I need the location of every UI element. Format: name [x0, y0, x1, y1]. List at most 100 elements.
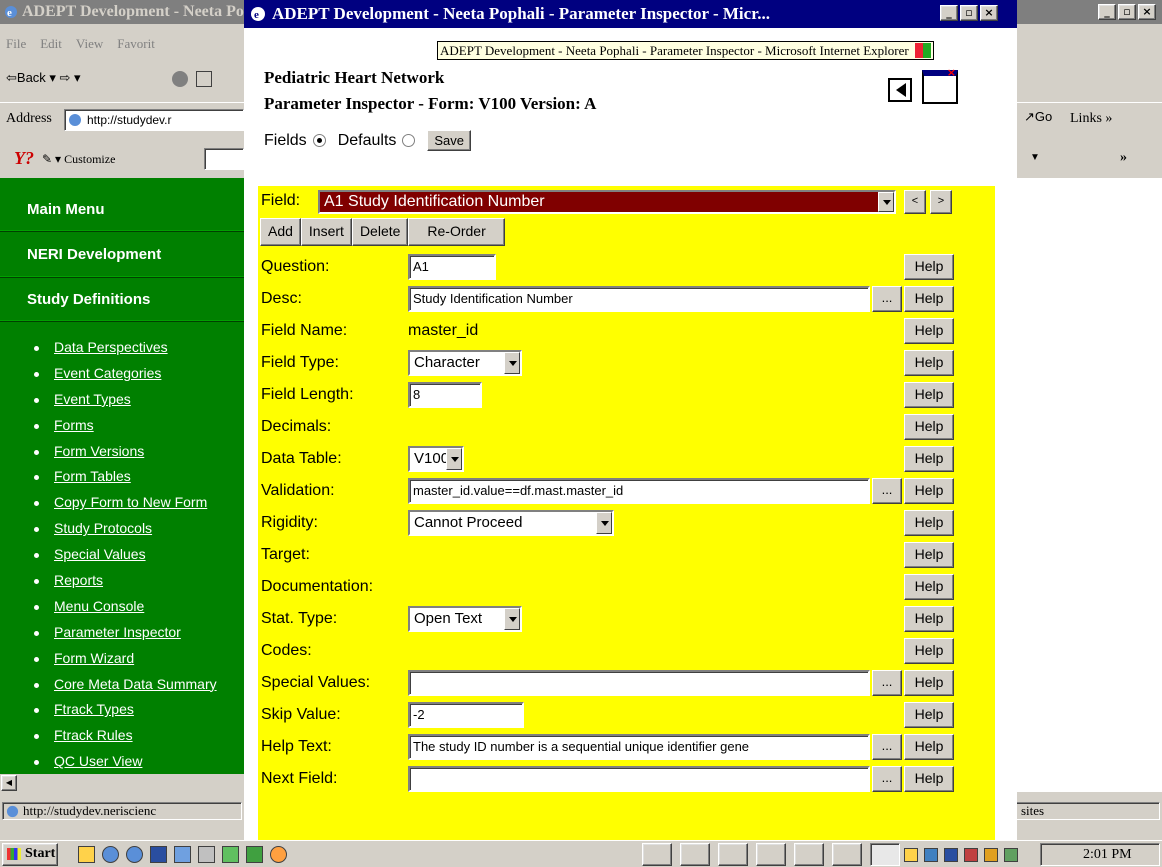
link-ftrack-rules[interactable]: Ftrack Rules: [0, 727, 244, 753]
field-type-help-button[interactable]: Help: [904, 350, 954, 376]
link-core-meta-data[interactable]: Core Meta Data Summary: [0, 676, 244, 702]
fields-radio[interactable]: [312, 134, 326, 147]
main-menu-link[interactable]: Main Menu: [27, 201, 105, 218]
back-arrow-icon[interactable]: [888, 78, 912, 102]
field-name-help-button[interactable]: Help: [904, 318, 954, 344]
tray-antivirus-icon[interactable]: [964, 848, 978, 862]
maximize-button[interactable]: ▫: [960, 5, 978, 21]
link-event-categories[interactable]: Event Categories: [0, 365, 244, 391]
prev-field-button[interactable]: <: [904, 190, 926, 214]
field-length-help-button[interactable]: Help: [904, 382, 954, 408]
reorder-button[interactable]: Re-Order: [408, 218, 505, 246]
stop-icon[interactable]: [172, 71, 188, 87]
toolbar-overflow-icon[interactable]: »: [1120, 150, 1127, 166]
chevron-down-icon[interactable]: [878, 192, 894, 212]
insert-button[interactable]: Insert: [300, 218, 352, 246]
task-button-app[interactable]: [718, 843, 748, 866]
link-form-tables[interactable]: Form Tables: [0, 468, 244, 494]
help-text-more-button[interactable]: ...: [872, 734, 902, 760]
quicklaunch-clock-icon[interactable]: [102, 846, 119, 863]
tray-app-icon[interactable]: [984, 848, 998, 862]
next-field-button[interactable]: >: [930, 190, 952, 214]
quicklaunch-people-icon[interactable]: [222, 846, 239, 863]
link-qc-user-view[interactable]: QC User View: [0, 753, 244, 774]
neri-development-link[interactable]: NERI Development: [27, 246, 161, 263]
minimize-button[interactable]: _: [940, 5, 958, 21]
quicklaunch-app-icon[interactable]: [174, 846, 191, 863]
tray-network-icon[interactable]: [924, 848, 938, 862]
rigidity-help-button[interactable]: Help: [904, 510, 954, 536]
stat-type-help-button[interactable]: Help: [904, 606, 954, 632]
menu-view[interactable]: View: [76, 36, 103, 58]
quicklaunch-tool-icon[interactable]: [246, 846, 263, 863]
codes-help-button[interactable]: Help: [904, 638, 954, 664]
address-input[interactable]: http://studydev.r: [64, 109, 244, 131]
next-field-input[interactable]: [408, 766, 870, 792]
back-forward-buttons[interactable]: ⇦Back ▾ ⇨ ▾: [6, 70, 81, 86]
maximize-button[interactable]: ▫: [1118, 4, 1136, 20]
link-event-types[interactable]: Event Types: [0, 391, 244, 417]
quicklaunch-timer-icon[interactable]: [270, 846, 287, 863]
skip-value-input[interactable]: -2: [408, 702, 524, 728]
validation-input[interactable]: master_id.value==df.mast.master_id: [408, 478, 870, 504]
chevron-down-icon[interactable]: [596, 512, 612, 534]
special-values-input[interactable]: [408, 670, 870, 696]
link-data-perspectives[interactable]: Data Perspectives: [0, 339, 244, 365]
chevron-down-icon[interactable]: [504, 608, 520, 630]
task-button-ie[interactable]: [794, 843, 824, 866]
documentation-help-button[interactable]: Help: [904, 574, 954, 600]
link-form-versions[interactable]: Form Versions: [0, 443, 244, 469]
delete-button[interactable]: Delete: [351, 218, 409, 246]
link-form-wizard[interactable]: Form Wizard: [0, 650, 244, 676]
add-button[interactable]: Add: [260, 218, 301, 246]
quicklaunch-outlook-icon[interactable]: [150, 846, 167, 863]
link-copy-form[interactable]: Copy Form to New Form: [0, 494, 244, 520]
next-field-help-button[interactable]: Help: [904, 766, 954, 792]
task-button-ie-active[interactable]: [870, 843, 900, 866]
left-horizontal-scrollbar[interactable]: ◀: [0, 774, 244, 792]
special-values-help-button[interactable]: Help: [904, 670, 954, 696]
link-parameter-inspector[interactable]: Parameter Inspector: [0, 624, 244, 650]
close-button[interactable]: ×: [1138, 4, 1156, 20]
desc-input[interactable]: Study Identification Number: [408, 286, 870, 312]
validation-help-button[interactable]: Help: [904, 478, 954, 504]
validation-more-button[interactable]: ...: [872, 478, 902, 504]
yahoo-logo[interactable]: Y?: [14, 148, 34, 169]
links-button[interactable]: Links »: [1070, 111, 1112, 127]
link-reports[interactable]: Reports: [0, 572, 244, 598]
question-input[interactable]: A1: [408, 254, 496, 280]
link-ftrack-types[interactable]: Ftrack Types: [0, 701, 244, 727]
start-button[interactable]: Start: [2, 843, 58, 866]
customize-button[interactable]: ✎ ▾ Customize: [42, 152, 115, 167]
tray-monitor-icon[interactable]: [1004, 848, 1018, 862]
field-type-select[interactable]: Character: [408, 350, 522, 376]
popup-titlebar[interactable]: e ADEPT Development - Neeta Pophali - Pa…: [244, 0, 1017, 28]
defaults-radio[interactable]: [402, 134, 416, 147]
link-special-values[interactable]: Special Values: [0, 546, 244, 572]
chevron-down-icon[interactable]: ▼: [1030, 152, 1040, 163]
save-button[interactable]: Save: [427, 130, 472, 151]
help-text-input[interactable]: The study ID number is a sequential uniq…: [408, 734, 870, 760]
special-values-more-button[interactable]: ...: [872, 670, 902, 696]
data-table-select[interactable]: V100: [408, 446, 464, 472]
task-button-paint[interactable]: [680, 843, 710, 866]
help-text-help-button[interactable]: Help: [904, 734, 954, 760]
link-menu-console[interactable]: Menu Console: [0, 598, 244, 624]
link-study-protocols[interactable]: Study Protocols: [0, 520, 244, 546]
chevron-down-icon[interactable]: [446, 448, 462, 470]
rigidity-select[interactable]: Cannot Proceed: [408, 510, 614, 536]
menu-favorites[interactable]: Favorit: [117, 36, 155, 58]
refresh-icon[interactable]: [196, 71, 212, 87]
desc-help-button[interactable]: Help: [904, 286, 954, 312]
quicklaunch-network-icon[interactable]: [198, 846, 215, 863]
quicklaunch-desktop-icon[interactable]: [78, 846, 95, 863]
menu-edit[interactable]: Edit: [40, 36, 62, 58]
target-help-button[interactable]: Help: [904, 542, 954, 568]
task-button-network[interactable]: [756, 843, 786, 866]
scroll-left-icon[interactable]: ◀: [1, 775, 17, 791]
question-help-button[interactable]: Help: [904, 254, 954, 280]
next-field-more-button[interactable]: ...: [872, 766, 902, 792]
skip-value-help-button[interactable]: Help: [904, 702, 954, 728]
stat-type-select[interactable]: Open Text: [408, 606, 522, 632]
task-button-word[interactable]: [832, 843, 862, 866]
